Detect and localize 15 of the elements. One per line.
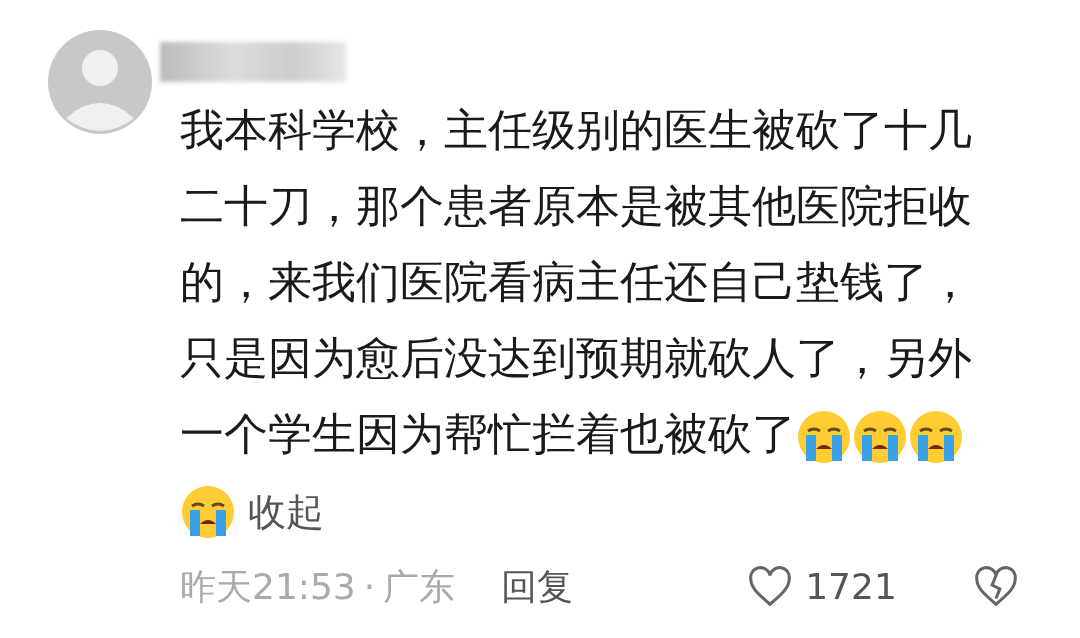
reply-button[interactable]: 回复 bbox=[501, 560, 574, 614]
crying-face-icon bbox=[852, 409, 908, 465]
crying-face-icon bbox=[180, 484, 236, 540]
comment-text: 的，来我们医院看病主任还自己垫钱了， bbox=[180, 256, 972, 307]
comment-text: 只是因为愈后没达到预期就砍人了，另外 bbox=[180, 332, 972, 383]
like-button[interactable]: 1721 bbox=[747, 560, 897, 614]
comment-location: 广东 bbox=[383, 565, 456, 609]
comment-text: 一个学生因为帮忙拦着也被砍了 bbox=[180, 408, 796, 459]
crying-face-icon bbox=[908, 409, 964, 465]
comment-time: 昨天21:53 bbox=[180, 565, 356, 609]
comment-text: 二十刀，那个患者原本是被其他医院拒收 bbox=[180, 180, 972, 231]
separator-dot: · bbox=[363, 565, 376, 609]
comment-text: 我本科学校，主任级别的医生被砍了十几 bbox=[180, 104, 972, 155]
collapse-link[interactable]: 收起 bbox=[248, 474, 324, 550]
crying-face-icon bbox=[796, 409, 852, 465]
